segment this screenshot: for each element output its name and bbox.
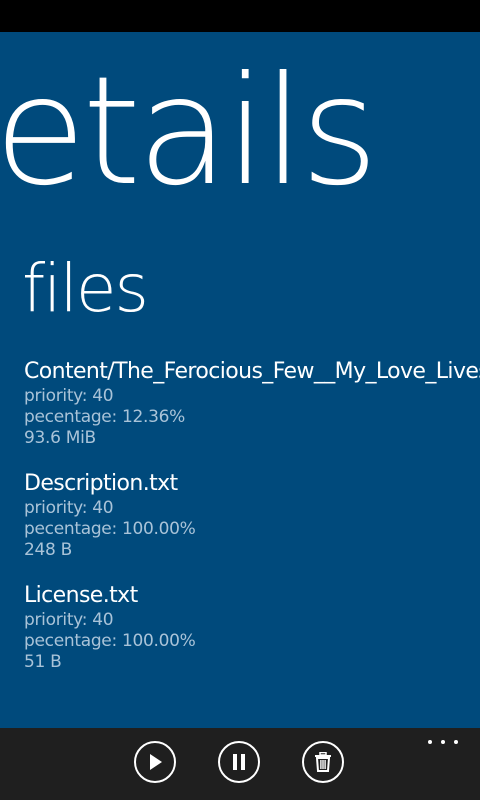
section-header-files[interactable]: files (22, 250, 149, 328)
file-percentage: pecentage: 100.00% (24, 631, 196, 651)
file-percentage: pecentage: 12.36% (24, 407, 186, 427)
file-name: License.txt (24, 583, 138, 608)
delete-button[interactable] (302, 741, 344, 783)
file-list: Content/The_Ferocious_Few__My_Love_Lives… (24, 358, 480, 694)
panorama-title: etails (0, 45, 379, 219)
file-name: Description.txt (24, 471, 178, 496)
file-size: 51 B (24, 652, 62, 672)
file-item[interactable]: Description.txt priority: 40 pecentage: … (24, 470, 480, 582)
file-item[interactable]: Content/The_Ferocious_Few__My_Love_Lives… (24, 358, 480, 470)
pause-icon (233, 754, 245, 770)
file-priority: priority: 40 (24, 610, 114, 630)
file-name: Content/The_Ferocious_Few__My_Love_Lives… (24, 359, 480, 384)
play-icon (150, 754, 162, 770)
file-priority: priority: 40 (24, 498, 114, 518)
app-bar (0, 728, 480, 800)
file-size: 248 B (24, 540, 73, 560)
file-size: 93.6 MiB (24, 428, 96, 448)
file-item[interactable]: License.txt priority: 40 pecentage: 100.… (24, 582, 480, 694)
pause-button[interactable] (218, 741, 260, 783)
play-button[interactable] (134, 741, 176, 783)
details-panorama[interactable]: etails files Content/The_Ferocious_Few__… (0, 32, 480, 728)
file-percentage: pecentage: 100.00% (24, 519, 196, 539)
delete-icon (315, 752, 331, 772)
status-bar (0, 0, 480, 32)
file-priority: priority: 40 (24, 386, 114, 406)
ellipsis-icon[interactable] (428, 736, 458, 748)
